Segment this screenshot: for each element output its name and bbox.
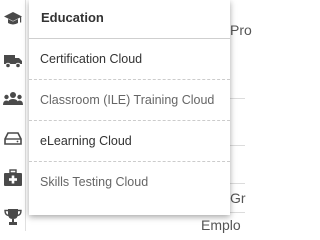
sidebar-nav	[0, 0, 26, 231]
background-divider	[230, 145, 245, 146]
trophy-icon[interactable]	[0, 204, 25, 230]
graduation-cap-icon[interactable]	[0, 6, 25, 32]
medkit-icon[interactable]	[0, 165, 25, 191]
background-text-fragment: Gr	[230, 190, 246, 206]
hard-drive-icon[interactable]	[0, 125, 25, 151]
users-icon[interactable]	[0, 86, 25, 112]
menu-item-classroom-training-cloud[interactable]: Classroom (ILE) Training Cloud	[29, 80, 230, 121]
background-divider	[230, 98, 245, 99]
background-text-fragment: Pro	[230, 22, 252, 38]
menu-item-elearning-cloud[interactable]: eLearning Cloud	[29, 121, 230, 162]
menu-header: Education	[29, 0, 230, 36]
truck-icon[interactable]	[0, 48, 25, 74]
menu-item-skills-testing-cloud[interactable]: Skills Testing Cloud	[29, 162, 230, 203]
background-text-fragment: Emplo	[201, 217, 241, 233]
education-flyout-menu: Education Certification Cloud Classroom …	[29, 0, 230, 215]
menu-item-certification-cloud[interactable]: Certification Cloud	[29, 39, 230, 80]
